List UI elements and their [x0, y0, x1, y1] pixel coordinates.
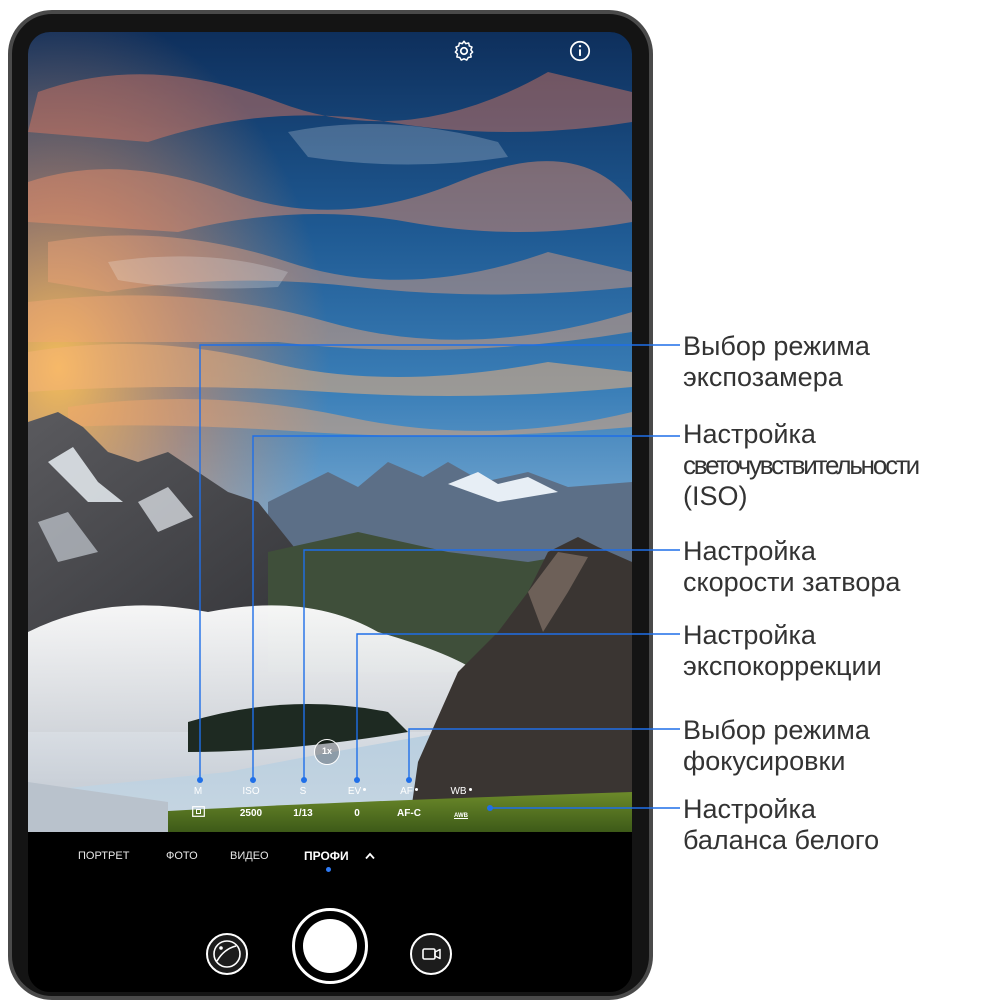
callout-focus-mode: Выбор режима фокусировки	[683, 715, 870, 776]
active-mode-indicator	[326, 867, 331, 872]
camera-viewfinder[interactable]	[28, 32, 632, 832]
mode-photo[interactable]: ФОТО	[166, 850, 198, 862]
camera-screen: 1x M ISO 2500 S 1/13 EV 0 AF AF-C WB AWB…	[28, 32, 632, 992]
gear-icon[interactable]	[451, 38, 477, 64]
ev-label: EV	[347, 786, 362, 797]
wb-label: WB	[450, 786, 467, 797]
mode-portrait[interactable]: ПОРТРЕТ	[78, 850, 129, 862]
video-camera-icon	[422, 948, 441, 960]
zoom-button[interactable]: 1x	[314, 739, 340, 765]
callout-metering-mode: Выбор режима экспозамера	[683, 331, 870, 392]
callout-iso: Настройка светочувствительности (ISO)	[683, 419, 920, 511]
auto-dot	[468, 788, 472, 791]
callout-exposure-compensation: Настройка экспокоррекции	[683, 620, 882, 681]
gallery-button[interactable]	[206, 933, 248, 975]
mode-video[interactable]: ВИДЕО	[230, 850, 269, 862]
af-label: AF	[400, 786, 413, 797]
pro-parameters-bar: M ISO 2500 S 1/13 EV 0 AF AF-C WB AWB	[28, 786, 632, 832]
auto-dot	[363, 788, 367, 791]
gallery-icon	[213, 940, 241, 968]
auto-dot	[414, 788, 418, 791]
mode-bar: ПОРТРЕТ ФОТО ВИДЕО ПРОФИ	[28, 832, 632, 992]
info-icon[interactable]	[567, 38, 593, 64]
wb-value: AWB	[454, 813, 468, 819]
video-record-button[interactable]	[410, 933, 452, 975]
capture-controls	[28, 908, 632, 992]
wb-control[interactable]: WB AWB	[426, 786, 496, 822]
metering-icon	[191, 806, 205, 817]
callout-white-balance: Настройка баланса белого	[683, 794, 880, 855]
mode-pro[interactable]: ПРОФИ	[304, 849, 349, 863]
shutter-button[interactable]	[292, 908, 368, 984]
chevron-up-icon[interactable]	[364, 851, 376, 861]
shutter-button-inner	[303, 919, 357, 973]
callout-shutter-speed: Настройка скорости затвора	[683, 536, 901, 597]
